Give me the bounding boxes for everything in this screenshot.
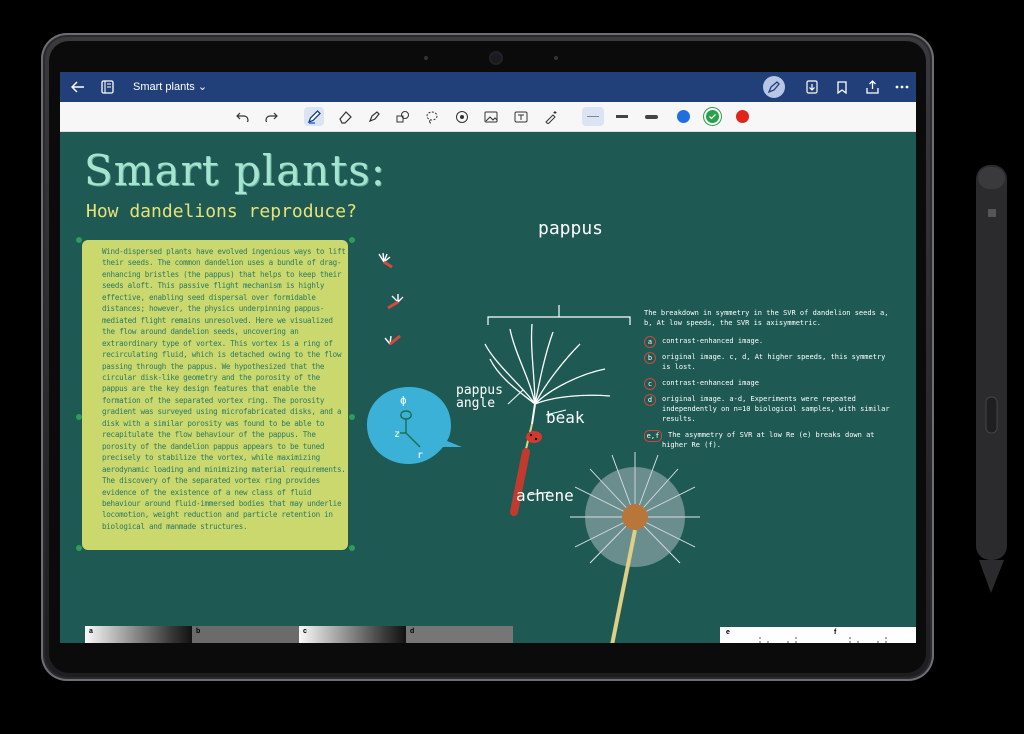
page-title[interactable]: Smart plants ⌄ <box>133 80 207 93</box>
lasso-icon[interactable] <box>422 107 442 126</box>
front-camera <box>491 53 501 63</box>
share-icon[interactable] <box>862 77 882 97</box>
stroke-medium-button[interactable] <box>612 107 632 126</box>
back-arrow-icon[interactable] <box>68 77 88 97</box>
text-icon[interactable] <box>511 107 531 126</box>
note-item: d original image. a-d, Experiments were r… <box>644 394 894 424</box>
shapes-icon[interactable] <box>393 107 413 126</box>
dandelion-puffball <box>570 452 700 643</box>
note-item: a contrast-enhanced image. <box>644 336 894 348</box>
seed-sketches <box>378 252 404 346</box>
sensor-dot <box>554 56 558 60</box>
flow-photo-a[interactable]: a <box>85 626 192 643</box>
flow-photo-b[interactable]: b <box>192 626 299 643</box>
color-blue-swatch[interactable] <box>677 110 690 123</box>
beak-label: beak <box>546 408 585 427</box>
image-icon[interactable] <box>481 107 501 126</box>
handwritten-heading: Smart plants: <box>84 146 386 195</box>
selection-handle[interactable] <box>349 545 355 551</box>
selected-text-note[interactable]: Wind-dispersed plants have evolved ingen… <box>82 240 348 550</box>
note-item: c contrast-enhanced image <box>644 378 894 390</box>
app-header: Smart plants ⌄ <box>60 72 916 102</box>
note-canvas[interactable]: Smart plants: How dandelions reproduce? … <box>60 132 916 643</box>
note-item: b original image. c, d, At higher speeds,… <box>644 352 894 372</box>
color-green-swatch[interactable] <box>706 110 719 123</box>
magic-pen-icon[interactable] <box>541 107 561 126</box>
pappus-angle-label: pappus angle <box>456 383 503 411</box>
selection-handle[interactable] <box>76 545 82 551</box>
r-label: r <box>417 450 424 461</box>
selection-handle[interactable] <box>349 237 355 243</box>
stylus-pen <box>976 165 1007 593</box>
selection-handle[interactable] <box>349 414 355 420</box>
stroke-thick-button[interactable] <box>641 107 661 126</box>
more-icon[interactable] <box>892 77 912 97</box>
download-icon[interactable] <box>802 77 822 97</box>
selection-handle[interactable] <box>76 414 82 420</box>
stroke-thin-button[interactable] <box>582 107 604 126</box>
eraser-icon[interactable] <box>335 107 355 126</box>
notes-intro: The breakdown in symmetry in the SVR of … <box>644 309 889 327</box>
z-label: z <box>394 429 401 440</box>
note-item: e,f The asymmetry of SVR at low Re (e) br… <box>644 430 894 450</box>
phi-label: ϕ <box>400 394 407 407</box>
flow-photo-c[interactable]: c <box>299 626 406 643</box>
color-red-swatch[interactable] <box>736 110 749 123</box>
note-body-text: Wind-dispersed plants have evolved ingen… <box>102 247 346 531</box>
redo-icon[interactable] <box>261 107 281 126</box>
sticker-icon[interactable] <box>452 107 472 126</box>
pen-sync-icon[interactable] <box>763 76 785 98</box>
notebook-icon[interactable] <box>97 77 117 97</box>
drawing-toolbar <box>60 102 916 132</box>
app-screen: Smart plants ⌄ Smart plants: How dandeli… <box>60 72 916 643</box>
flow-photo-d[interactable]: d <box>406 626 513 643</box>
pappus-label: pappus <box>538 218 604 239</box>
handwritten-subheading: How dandelions reproduce? <box>86 201 357 222</box>
selection-handle[interactable] <box>76 237 82 243</box>
check-icon <box>709 114 716 120</box>
undo-icon[interactable] <box>232 107 252 126</box>
pen-icon[interactable] <box>304 107 324 126</box>
annotation-notes: The breakdown in symmetry in the SVR of … <box>644 308 894 456</box>
vortex-diagram[interactable]: e f <box>720 627 916 643</box>
chevron-down-icon: ⌄ <box>197 81 208 93</box>
highlighter-icon[interactable] <box>364 107 384 126</box>
bookmark-icon[interactable] <box>832 77 852 97</box>
sensor-dot <box>424 56 428 60</box>
